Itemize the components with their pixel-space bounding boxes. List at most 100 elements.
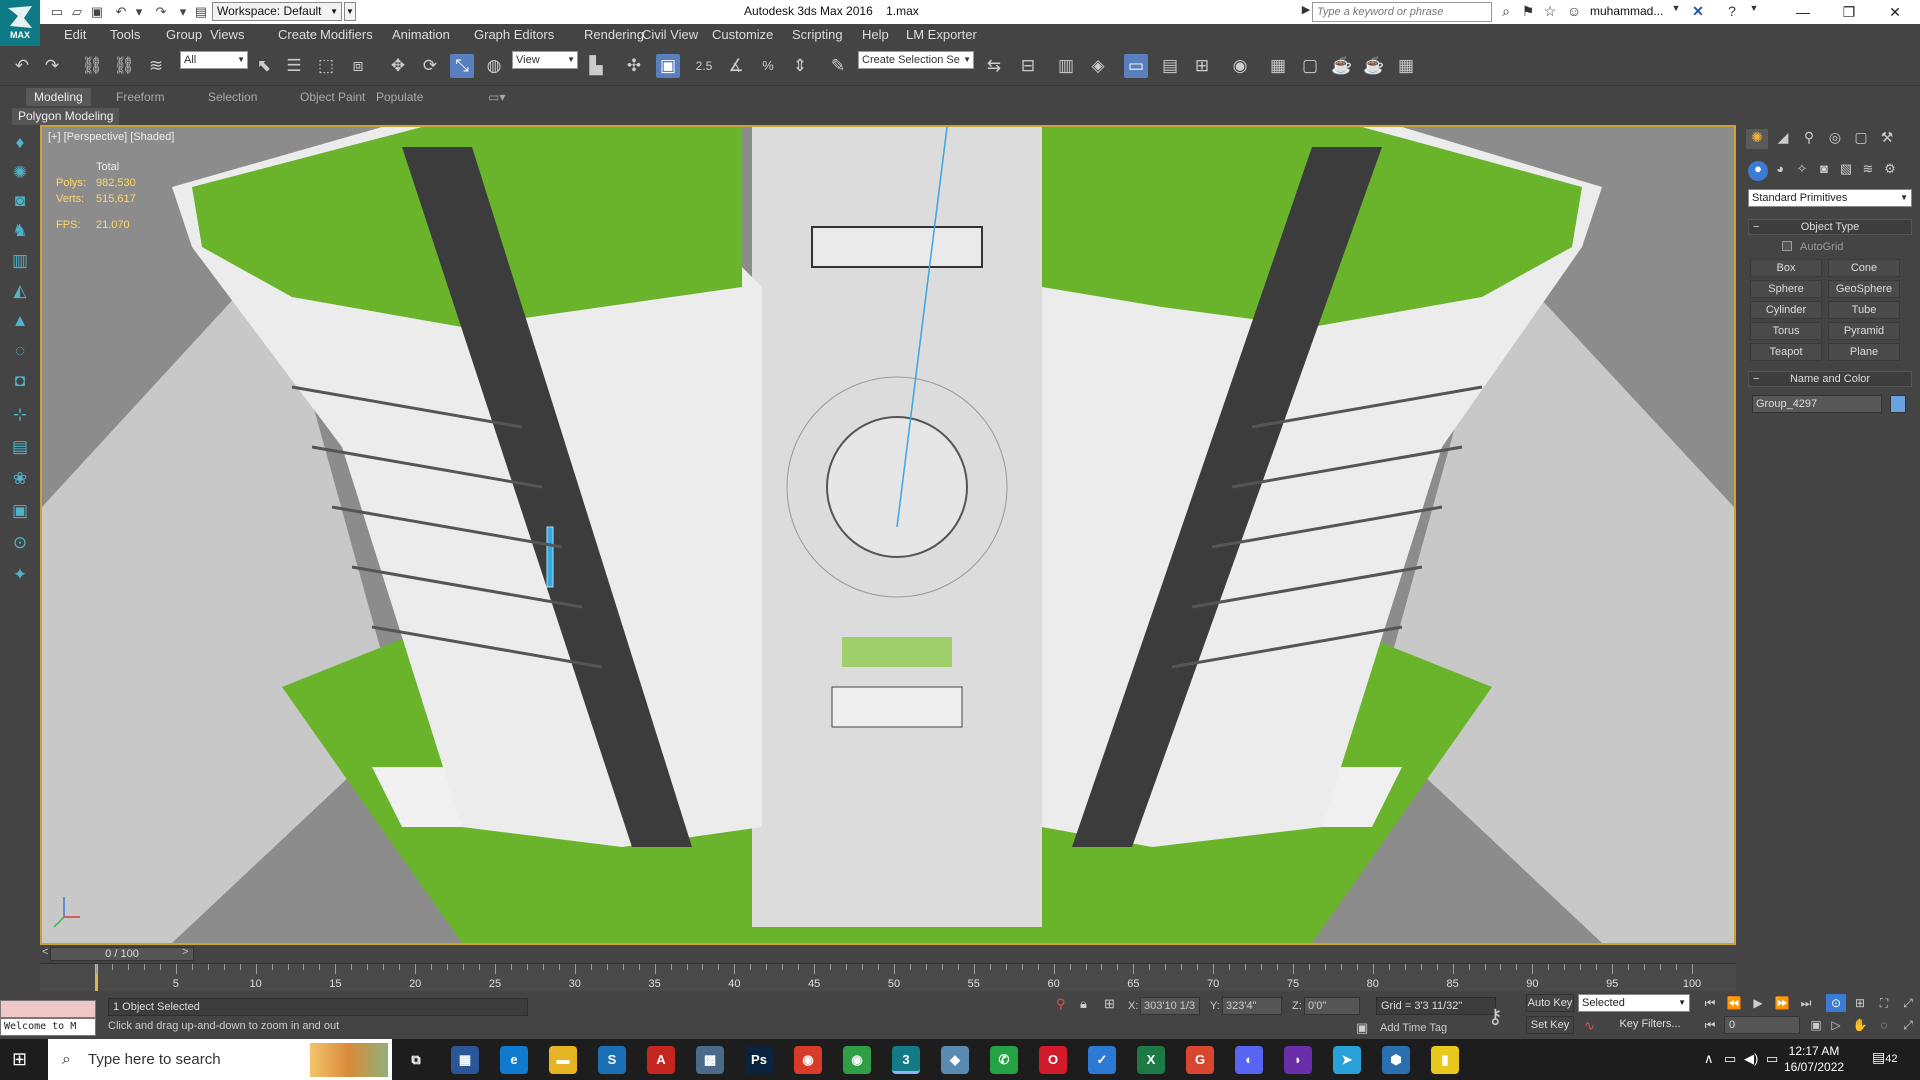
next-key-icon[interactable]: ⏩ <box>1772 994 1792 1012</box>
sketchup-app-icon[interactable]: S <box>598 1046 626 1074</box>
primitive-box-button[interactable]: Box <box>1750 259 1822 277</box>
photoshop-app-icon[interactable]: Ps <box>745 1046 773 1074</box>
utilities-tab-icon[interactable]: ⚒ <box>1876 129 1898 149</box>
file-explorer-app-icon[interactable]: ▬ <box>549 1046 577 1074</box>
orbit-icon[interactable]: ⊙ <box>8 533 32 557</box>
select-and-scale-icon[interactable]: ⤡ <box>450 54 474 78</box>
redo-dropdown-icon[interactable]: ▾ <box>174 3 192 21</box>
zoom-all-icon[interactable]: ⊞ <box>1850 994 1870 1012</box>
sticky-notes-app-icon[interactable]: ▮ <box>1431 1046 1459 1074</box>
toggle-scene-explorer-icon[interactable]: ▥ <box>1054 54 1078 78</box>
play-icon[interactable]: ▶ <box>1748 994 1768 1012</box>
menu-lm-exporter[interactable]: LM Exporter <box>906 27 977 42</box>
autogrid-checkbox[interactable]: AutoGrid <box>1782 241 1843 253</box>
undo-dropdown-icon[interactable]: ▾ <box>130 3 148 21</box>
display-icon[interactable]: ▣ <box>8 501 32 525</box>
key-mode-toggle-icon[interactable]: ⏮ <box>1700 1016 1720 1034</box>
new-file-icon[interactable]: ▭ <box>48 3 66 21</box>
key-tangent-icon[interactable]: ∿ <box>1584 1018 1595 1034</box>
maximize-viewport-icon[interactable]: ⤢ <box>1898 1016 1918 1034</box>
select-by-name-icon[interactable]: ☰ <box>282 54 306 78</box>
reference-coordinate-dropdown[interactable]: View ▼ <box>512 51 578 69</box>
geometry-category-icon[interactable]: ● <box>1748 161 1768 181</box>
particle-icon[interactable]: ❀ <box>8 469 32 493</box>
mirror-icon[interactable]: ⇆ <box>982 54 1006 78</box>
current-frame-field[interactable]: 0 <box>1724 1016 1800 1034</box>
next-frame-arrow-icon[interactable]: > <box>182 946 188 958</box>
track-bar[interactable]: 5 10 15 20 25 30 35 40 45 50 55 60 65 70 75 80 85 90 95 100 <box>40 963 1736 992</box>
chrome-app-icon[interactable]: ◉ <box>794 1046 822 1074</box>
menu-modifiers[interactable]: Modifiers <box>320 27 373 42</box>
select-and-place-icon[interactable]: ◍ <box>482 54 506 78</box>
previous-frame-arrow-icon[interactable]: < <box>42 946 48 958</box>
keyboard-shortcut-override-icon[interactable]: ▣ <box>656 54 680 78</box>
panel-icon[interactable]: ▤ <box>8 437 32 461</box>
tab-freeform[interactable]: Freeform <box>108 88 173 106</box>
select-and-move-icon[interactable]: ✥ <box>386 54 410 78</box>
excel-app-icon[interactable]: X <box>1137 1046 1165 1074</box>
network-icon[interactable]: ▭ <box>1724 1051 1736 1067</box>
perspective-viewport[interactable]: [+] [Perspective] [Shaded] Total Polys: 9… <box>40 125 1736 945</box>
minimize-button[interactable]: — <box>1780 0 1826 24</box>
todo-app-icon[interactable]: ✓ <box>1088 1046 1116 1074</box>
primitive-plane-button[interactable]: Plane <box>1828 343 1900 361</box>
rectangular-selection-icon[interactable]: ⬚ <box>314 54 338 78</box>
name-and-color-rollout[interactable]: − Name and Color <box>1748 371 1912 387</box>
edge-app-icon[interactable]: e <box>500 1046 528 1074</box>
zoom-extents-icon[interactable]: ⛶ <box>1874 994 1894 1012</box>
previous-key-icon[interactable]: ⏪ <box>1724 994 1744 1012</box>
orbit-view-icon[interactable]: ◌ <box>1874 1016 1894 1034</box>
notification-center-icon[interactable]: ▤42 <box>1872 1049 1897 1066</box>
key-filters-button[interactable]: Key Filters... <box>1608 1016 1692 1034</box>
user-name[interactable]: muhammad... <box>1590 4 1663 18</box>
zoom-extents-all-icon[interactable]: ⤢ <box>1898 994 1918 1012</box>
primitive-teapot-button[interactable]: Teapot <box>1750 343 1822 361</box>
chrome-2-app-icon[interactable]: ◉ <box>843 1046 871 1074</box>
render-icon[interactable]: ◘ <box>8 371 32 395</box>
user-dropdown-icon[interactable]: ▼ <box>1666 3 1686 13</box>
app-cube-app-icon[interactable]: ⬢ <box>1382 1046 1410 1074</box>
app-purple-app-icon[interactable]: ◗ <box>1284 1046 1312 1074</box>
select-and-rotate-icon[interactable]: ⟳ <box>418 54 442 78</box>
field-of-view-icon[interactable]: ▷ <box>1826 1016 1846 1034</box>
sun-icon[interactable]: ✺ <box>8 163 32 187</box>
menu-scripting[interactable]: Scripting <box>792 27 843 42</box>
workspace-menu-button[interactable]: ▼ <box>344 2 356 21</box>
render-iterative-icon[interactable]: ☕ <box>1362 54 1386 78</box>
material-editor-icon[interactable]: ◉ <box>1228 54 1252 78</box>
select-object-icon[interactable]: ⬉ <box>252 54 276 78</box>
snaps-toggle-icon[interactable]: 2.5 <box>692 54 716 78</box>
object-name-field[interactable]: Group_4297 <box>1752 395 1882 413</box>
primitive-sphere-button[interactable]: Sphere <box>1750 280 1822 298</box>
redo-icon[interactable]: ↷ <box>40 54 64 78</box>
pan-view-icon[interactable]: ✋ <box>1850 1016 1870 1034</box>
discord-app-icon[interactable]: ◐ <box>1235 1046 1263 1074</box>
align-icon[interactable]: ⊟ <box>1016 54 1040 78</box>
manipulate-icon[interactable]: ✣ <box>622 54 646 78</box>
close-button[interactable]: ✕ <box>1872 0 1918 24</box>
deform-icon[interactable]: ♞ <box>8 221 32 245</box>
grammarly-app-icon[interactable]: G <box>1186 1046 1214 1074</box>
time-slider-thumb[interactable]: 0 / 100 <box>50 947 194 961</box>
communication-icon[interactable]: ☆ <box>1540 3 1560 20</box>
tab-populate[interactable]: Populate <box>368 88 431 106</box>
ribbon-options-icon[interactable]: ▭▾ <box>480 88 513 106</box>
opera-app-icon[interactable]: O <box>1039 1046 1067 1074</box>
search-input[interactable]: Type a keyword or phrase <box>1312 2 1492 22</box>
absolute-mode-icon[interactable]: ⊞ <box>1104 996 1115 1012</box>
lights-category-icon[interactable]: ✧ <box>1792 161 1812 181</box>
object-type-rollout[interactable]: − Object Type <box>1748 219 1912 235</box>
pivot-center-icon[interactable]: ▙ <box>584 54 608 78</box>
maxscript-listener-field[interactable] <box>0 1000 96 1018</box>
selection-lock-icon[interactable]: 🔒︎ <box>1080 996 1087 1012</box>
polygon-modeling-panel[interactable]: Polygon Modeling <box>12 108 120 125</box>
menu-help[interactable]: Help <box>862 27 889 42</box>
save-file-icon[interactable]: ▣ <box>88 3 106 21</box>
toggle-ribbon-icon[interactable]: ▭ <box>1124 54 1148 78</box>
layer-explorer-icon[interactable]: ◈ <box>1086 54 1110 78</box>
percent-snap-icon[interactable]: % <box>756 54 780 78</box>
named-selection-dropdown[interactable]: Create Selection Se ▼ <box>858 51 974 69</box>
tab-object-paint[interactable]: Object Paint <box>292 88 373 106</box>
primitive-category-dropdown[interactable]: Standard Primitives ▼ <box>1748 189 1912 207</box>
shapes-category-icon[interactable]: ◕ <box>1770 161 1790 181</box>
